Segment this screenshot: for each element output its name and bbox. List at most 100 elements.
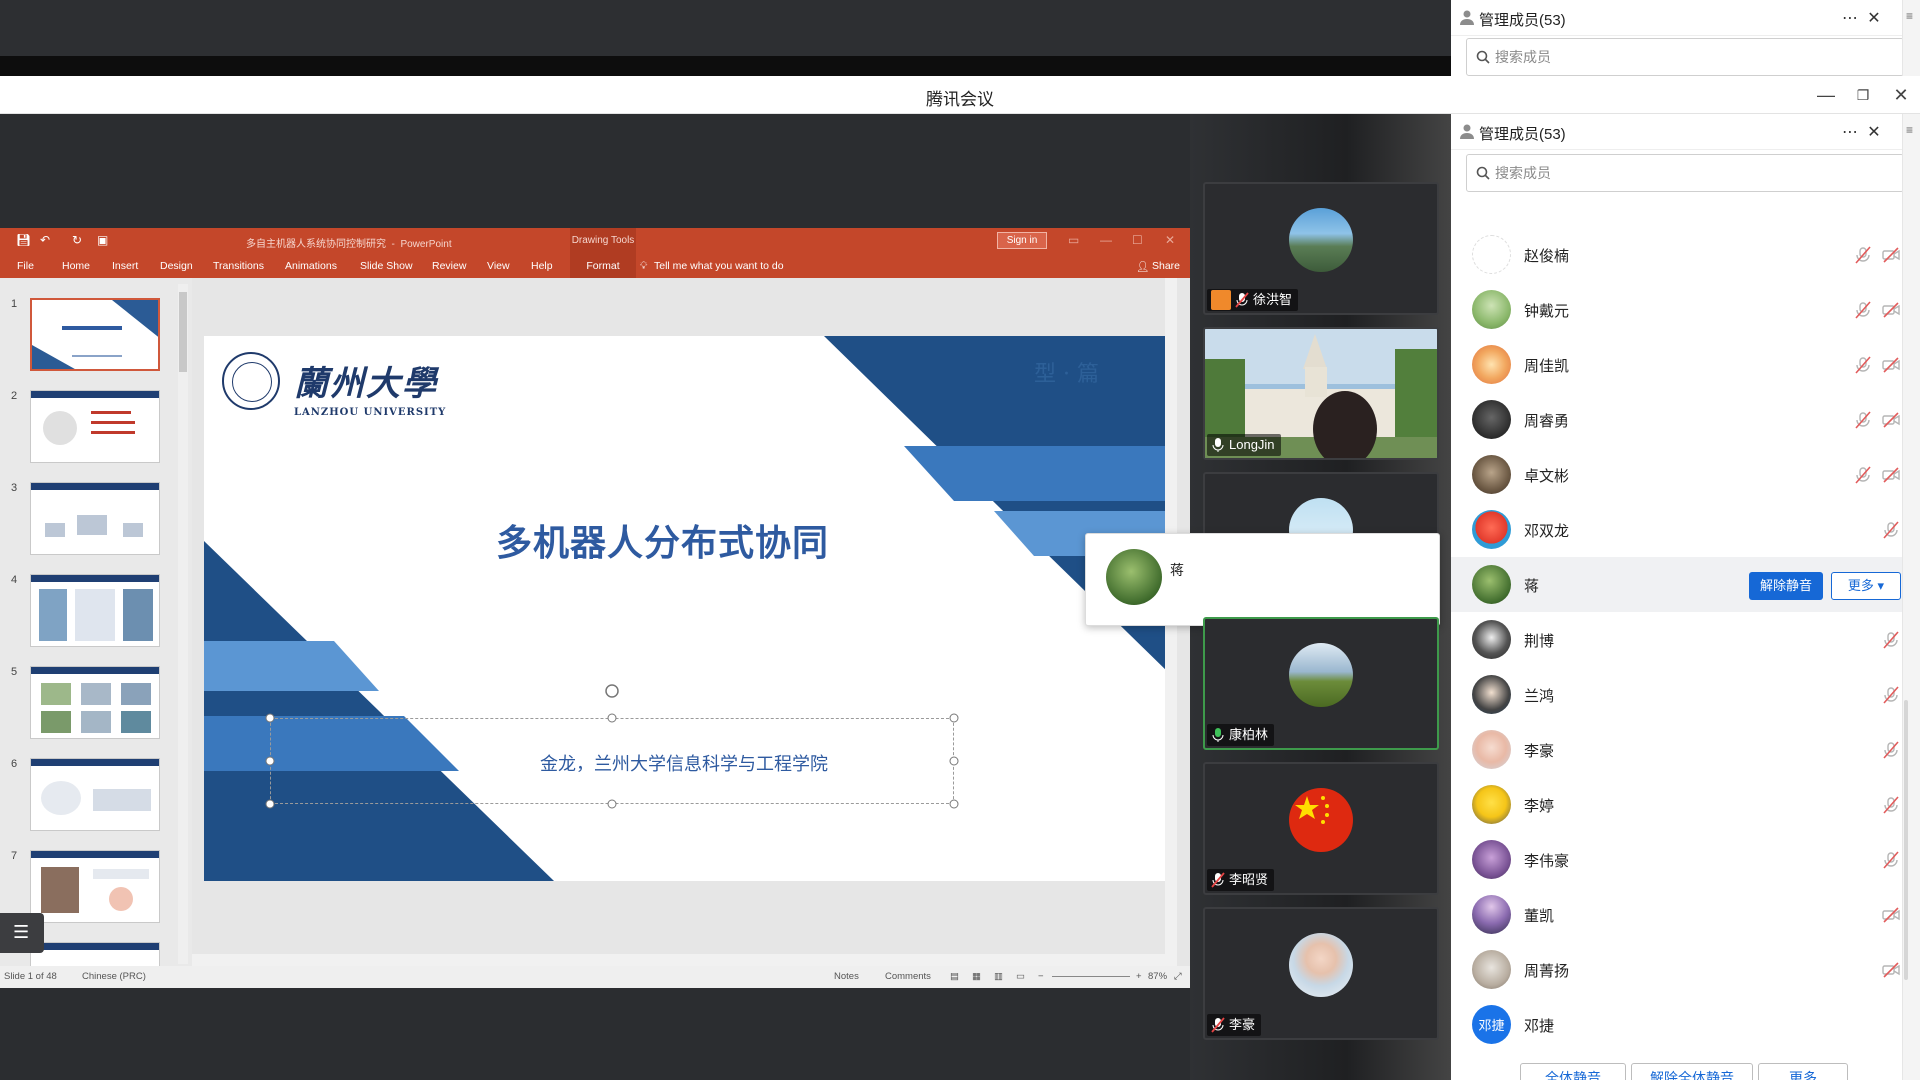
member-row[interactable]: 李婷 — [1451, 777, 1902, 832]
undo-icon[interactable]: ↶ — [40, 233, 50, 247]
search-input[interactable] — [1495, 47, 1875, 67]
menu-icon[interactable]: ≡ — [1906, 9, 1913, 23]
mic-muted-icon[interactable] — [1882, 741, 1900, 759]
member-row[interactable]: 周睿勇 — [1451, 392, 1902, 447]
ppt-close-icon[interactable]: ✕ — [1165, 233, 1175, 247]
camera-off-icon[interactable] — [1882, 246, 1900, 264]
camera-off-icon[interactable] — [1882, 301, 1900, 319]
canvas-hscrollbar[interactable] — [192, 954, 1167, 966]
more-button-bottom[interactable]: 更多 — [1758, 1063, 1848, 1080]
mute-all-button[interactable]: 全体静音 — [1520, 1063, 1626, 1080]
minimize-icon[interactable]: — — [1813, 82, 1839, 108]
mic-muted-icon[interactable] — [1882, 796, 1900, 814]
member-row[interactable]: 周菁扬 — [1451, 942, 1902, 997]
fit-slide-icon[interactable]: ⤢ — [1174, 971, 1182, 982]
member-row[interactable]: 赵俊楠 — [1451, 227, 1902, 282]
tab-file[interactable]: File — [17, 260, 34, 272]
camera-off-icon[interactable] — [1882, 411, 1900, 429]
tab-home[interactable]: Home — [62, 260, 90, 272]
tab-review[interactable]: Review — [432, 260, 466, 272]
camera-off-icon[interactable] — [1882, 961, 1900, 979]
mic-muted-icon[interactable] — [1882, 851, 1900, 869]
tab-format[interactable]: Format — [570, 254, 636, 278]
reading-view-icon[interactable]: ▥ — [994, 971, 1003, 982]
unmute-button[interactable]: 解除静音 — [1749, 572, 1823, 600]
member-row[interactable]: 李豪 — [1451, 722, 1902, 777]
share-button[interactable]: Share — [1152, 260, 1180, 272]
toolbar-toggle-button[interactable]: ☰ — [0, 913, 44, 953]
slide-thumb-5[interactable] — [30, 666, 160, 739]
video-tile-2[interactable]: LongJin — [1203, 327, 1439, 460]
mic-muted-icon[interactable] — [1882, 686, 1900, 704]
more-button[interactable]: 更多 ▾ — [1831, 572, 1901, 600]
zoom-slider[interactable] — [1052, 976, 1130, 977]
zoom-level[interactable]: 87% — [1148, 971, 1167, 982]
member-row[interactable]: 卓文彬 — [1451, 447, 1902, 502]
member-row[interactable]: 邓双龙 — [1451, 502, 1902, 557]
slide-thumb-7[interactable] — [30, 850, 160, 923]
search-box[interactable] — [1466, 38, 1904, 76]
video-tile-1[interactable]: 徐洪智 — [1203, 182, 1439, 315]
save-icon[interactable]: 💾︎ — [16, 233, 31, 247]
tab-insert[interactable]: Insert — [112, 260, 138, 272]
member-row[interactable]: 董凯 — [1451, 887, 1902, 942]
unmute-all-button[interactable]: 解除全体静音 — [1631, 1063, 1753, 1080]
tab-animations[interactable]: Animations — [285, 260, 337, 272]
comments-button[interactable]: Comments — [885, 971, 931, 982]
zoom-out-icon[interactable]: − — [1038, 971, 1044, 982]
search-box[interactable] — [1466, 154, 1904, 192]
signin-button[interactable]: Sign in — [997, 232, 1047, 249]
search-input[interactable] — [1495, 163, 1875, 183]
member-row[interactable]: 周佳凯 — [1451, 337, 1902, 392]
video-tile-6[interactable]: 李豪 — [1203, 907, 1439, 1040]
mic-muted-icon[interactable] — [1882, 521, 1900, 539]
ribbon-display-icon[interactable]: ▭ — [1068, 233, 1079, 247]
member-list-scrollbar[interactable] — [1904, 700, 1908, 980]
tab-view[interactable]: View — [487, 260, 510, 272]
slide-thumb-6[interactable] — [30, 758, 160, 831]
mic-muted-icon[interactable] — [1854, 246, 1872, 264]
thumbs-scrollbar[interactable] — [178, 284, 188, 964]
slide-thumb-2[interactable] — [30, 390, 160, 463]
slide-thumb-4[interactable] — [30, 574, 160, 647]
share-icon[interactable]: 👤︎ — [1136, 260, 1149, 273]
member-row[interactable]: 兰鸿 — [1451, 667, 1902, 722]
member-row[interactable]: 荆博 — [1451, 612, 1902, 667]
member-row[interactable]: 蒋 解除静音 更多 ▾ — [1451, 557, 1902, 612]
camera-off-icon[interactable] — [1882, 906, 1900, 924]
tab-transitions[interactable]: Transitions — [213, 260, 264, 272]
scrollbar-thumb[interactable] — [179, 292, 187, 372]
more-options-icon[interactable]: ⋯ — [1838, 120, 1862, 144]
notes-button[interactable]: Notes — [834, 971, 859, 982]
close-icon[interactable]: ✕ — [1862, 6, 1886, 30]
member-row[interactable]: 邓捷 邓捷 — [1451, 997, 1902, 1052]
tab-design[interactable]: Design — [160, 260, 193, 272]
mic-muted-icon[interactable] — [1854, 301, 1872, 319]
language-status[interactable]: Chinese (PRC) — [82, 971, 146, 982]
mic-muted-icon[interactable] — [1854, 411, 1872, 429]
sorter-view-icon[interactable]: ▦ — [972, 971, 981, 982]
ppt-minimize-icon[interactable]: — — [1100, 233, 1112, 247]
video-tile-5[interactable]: 李昭贤 — [1203, 762, 1439, 895]
close-icon[interactable]: ✕ — [1862, 120, 1886, 144]
redo-icon[interactable]: ↻ — [72, 233, 82, 247]
mic-muted-icon[interactable] — [1882, 631, 1900, 649]
camera-off-icon[interactable] — [1882, 466, 1900, 484]
present-icon[interactable]: ▣ — [97, 233, 108, 247]
video-tile-4[interactable]: 康柏林 — [1203, 617, 1439, 750]
menu-icon[interactable]: ≡ — [1906, 123, 1913, 137]
zoom-in-icon[interactable]: + — [1136, 971, 1142, 982]
ppt-maximize-icon[interactable]: ☐ — [1132, 233, 1143, 247]
restore-icon[interactable]: ❐ — [1850, 82, 1876, 108]
window-close-icon[interactable]: ✕ — [1888, 82, 1914, 108]
camera-off-icon[interactable] — [1882, 356, 1900, 374]
slide-thumb-3[interactable] — [30, 482, 160, 555]
more-options-icon[interactable]: ⋯ — [1838, 6, 1862, 30]
mic-muted-icon[interactable] — [1854, 466, 1872, 484]
tab-help[interactable]: Help — [531, 260, 553, 272]
slideshow-view-icon[interactable]: ▭ — [1016, 971, 1025, 982]
member-row[interactable]: 李伟豪 — [1451, 832, 1902, 887]
slide-thumb-8[interactable] — [30, 942, 160, 966]
member-row[interactable]: 钟戴元 — [1451, 282, 1902, 337]
slide[interactable]: 型 · 篇 蘭州大學 LANZHOU UNIVERSITY 多机器人分布式协同 … — [204, 336, 1172, 881]
